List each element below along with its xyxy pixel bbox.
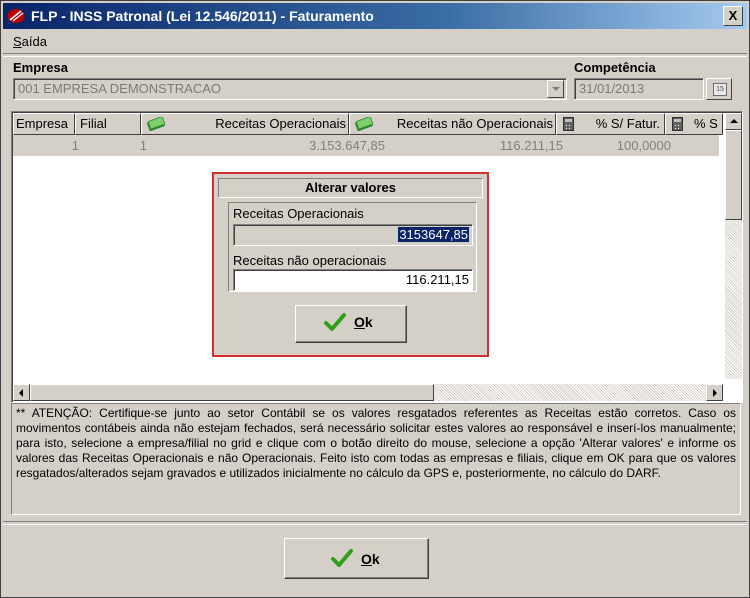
- receitas-op-value: 3153647,85: [398, 227, 469, 242]
- col-header-filial-label: Filial: [80, 116, 107, 131]
- ok-accel: O: [361, 551, 372, 567]
- dialog-ok-label: Ok: [354, 314, 373, 330]
- col-header-perc-s2-label: % S: [694, 116, 718, 131]
- col-header-receitas-nao-op[interactable]: Receitas não Operacionais: [349, 113, 556, 135]
- col-header-receitas-nao-op-label: Receitas não Operacionais: [396, 116, 553, 131]
- col-header-perc-fatur-label: % S/ Fatur.: [595, 116, 660, 131]
- attention-notice: ** ATENÇÃO: Certifique-se junto ao setor…: [11, 403, 741, 515]
- money-icon: [354, 117, 374, 131]
- bottom-separator: [3, 521, 747, 525]
- receitas-op-label: Receitas Operacionais: [233, 206, 364, 221]
- dialog-ok-button[interactable]: Ok: [295, 305, 407, 343]
- ok-label: Ok: [361, 551, 380, 567]
- calendar-button[interactable]: 15: [706, 78, 732, 100]
- horizontal-scrollbar[interactable]: [13, 384, 723, 401]
- money-icon: [146, 117, 166, 131]
- competencia-field[interactable]: 31/01/2013: [574, 78, 704, 100]
- competencia-value: 31/01/2013: [579, 81, 645, 96]
- calendar-icon: 15: [713, 83, 727, 96]
- menu-saida-accel: S: [13, 34, 22, 49]
- scroll-left-button[interactable]: [13, 384, 30, 401]
- dialog-title: Alterar valores: [218, 178, 483, 198]
- receitas-nao-op-label: Receitas não operacionais: [233, 253, 387, 268]
- cell-perc-fatur: 100,0000: [616, 138, 671, 153]
- dialog-fields-group: Receitas Operacionais 3153647,85 Receita…: [228, 202, 477, 292]
- vertical-scroll-thumb[interactable]: [725, 130, 742, 220]
- competencia-label: Competência: [574, 60, 656, 75]
- vertical-scrollbar[interactable]: [725, 113, 742, 379]
- receitas-op-input[interactable]: 3153647,85: [233, 224, 473, 246]
- table-row[interactable]: 1 1 3.153.647,85 116.211,15 100,0000: [13, 135, 719, 156]
- cell-empresa: 1: [71, 138, 79, 153]
- col-header-empresa-label: Empresa: [16, 116, 69, 131]
- alterar-valores-dialog: Alterar valores Receitas Operacionais 31…: [212, 172, 489, 357]
- attention-notice-text: ** ATENÇÃO: Certifique-se junto ao setor…: [16, 406, 736, 480]
- window-title: FLP - INSS Patronal (Lei 12.546/2011) - …: [31, 8, 374, 24]
- col-header-perc-s2[interactable]: % S: [665, 113, 723, 135]
- menu-separator: [3, 53, 747, 57]
- checkmark-icon: [331, 549, 353, 567]
- col-header-receitas-op-label: Receitas Operacionais: [215, 116, 346, 131]
- empresa-dropdown-button[interactable]: [547, 80, 564, 98]
- empresa-label: Empresa: [13, 60, 68, 75]
- calculator-icon: [563, 117, 574, 131]
- empresa-combo[interactable]: 001 EMPRESA DEMONSTRACAO: [13, 78, 567, 100]
- receitas-nao-op-input[interactable]: 116.211,15: [233, 269, 473, 291]
- scroll-up-button[interactable]: [725, 113, 742, 130]
- cell-filial: 1: [139, 138, 147, 153]
- ok-rest: k: [371, 551, 380, 567]
- cell-receitas-op: 3.153.647,85: [309, 138, 385, 153]
- col-header-empresa[interactable]: Empresa: [13, 113, 75, 135]
- main-window: FLP - INSS Patronal (Lei 12.546/2011) - …: [0, 0, 750, 598]
- menu-saida-rest: aída: [21, 34, 47, 49]
- horizontal-scroll-thumb[interactable]: [30, 384, 434, 401]
- app-logo-icon: [7, 9, 25, 23]
- dialog-ok-rest: k: [364, 314, 373, 330]
- title-bar[interactable]: FLP - INSS Patronal (Lei 12.546/2011) - …: [3, 3, 747, 29]
- close-button[interactable]: X: [723, 6, 743, 26]
- calculator-icon: [672, 117, 683, 131]
- receitas-nao-op-value: 116.211,15: [405, 272, 469, 287]
- col-header-filial[interactable]: Filial: [75, 113, 141, 135]
- col-header-perc-fatur[interactable]: % S/ Fatur.: [556, 113, 665, 135]
- cell-receitas-nao-op: 116.211,15: [499, 138, 563, 153]
- dialog-ok-accel: O: [354, 314, 365, 330]
- col-header-receitas-op[interactable]: Receitas Operacionais: [141, 113, 349, 135]
- scroll-right-button[interactable]: [706, 384, 723, 401]
- ok-button[interactable]: Ok: [284, 538, 429, 579]
- checkmark-icon: [324, 313, 346, 331]
- menu-bar: Saída: [3, 31, 747, 53]
- empresa-combo-value: 001 EMPRESA DEMONSTRACAO: [18, 81, 221, 96]
- menu-saida[interactable]: Saída: [13, 34, 47, 49]
